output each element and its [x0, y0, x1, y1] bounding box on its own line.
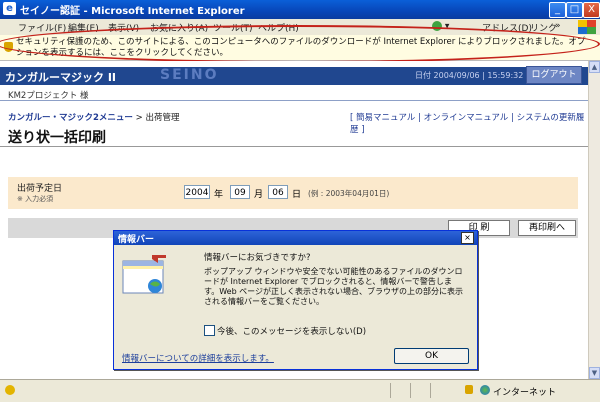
month-input[interactable]: 09 — [230, 185, 250, 199]
header-datetime: 日付 2004/09/06 | 15:59:32 — [415, 71, 524, 80]
breadcrumb-separator: > — [135, 113, 143, 123]
required-note: ※ 入力必須 — [17, 195, 54, 203]
ie-icon: e — [3, 2, 16, 15]
divider — [0, 100, 588, 101]
highlight-oval — [0, 25, 600, 63]
zone-label: インターネット — [493, 388, 557, 398]
status-divider — [430, 383, 431, 398]
dialog-title: 情報バー — [118, 235, 155, 245]
dialog-close-button[interactable]: × — [461, 232, 474, 244]
month-unit: 月 — [254, 190, 264, 200]
link-simple-manual[interactable]: 簡易マニュアル — [356, 113, 415, 123]
status-bar: インターネット — [0, 379, 600, 402]
site-header: カンガルーマジック II SEINO 日付 2004/09/06 | 15:59… — [0, 67, 588, 85]
status-divider — [390, 383, 391, 398]
dialog-title-bar: 情報バー × — [114, 231, 477, 245]
close-button[interactable]: X — [583, 2, 600, 18]
ok-button[interactable]: OK — [394, 348, 469, 364]
dont-show-checkbox[interactable] — [204, 325, 215, 336]
scroll-down-icon[interactable]: ▼ — [589, 367, 600, 379]
breadcrumb-current: 出荷管理 — [145, 113, 180, 123]
breadcrumb-menu-link[interactable]: カンガルー・マジック2メニュー — [8, 113, 133, 123]
breadcrumb: カンガルー・マジック2メニュー > 出荷管理 — [8, 111, 179, 123]
minimize-button[interactable]: _ — [549, 2, 566, 18]
site-brand: カンガルーマジック II — [5, 71, 117, 84]
dont-show-label[interactable]: 今後、このメッセージを表示しない(D) — [217, 325, 366, 337]
top-links: [ 簡易マニュアル | オンラインマニュアル | システムの更新履歴 ] — [350, 113, 585, 135]
infobar-dialog: 情報バー × 情報バーにお気づきですか? ポップアップ ウィンドウや安全でない可… — [113, 230, 478, 370]
infobar-illustration-icon — [122, 255, 166, 294]
page-title: 送り状一括印刷 — [8, 130, 106, 146]
title-bar: e セイノー認証 - Microsoft Internet Explorer _… — [0, 0, 600, 19]
status-divider — [410, 383, 411, 398]
day-unit: 日 — [292, 190, 302, 200]
maximize-button[interactable]: □ — [566, 2, 583, 18]
links-chevron-icon[interactable]: » — [555, 21, 561, 31]
link-online-manual[interactable]: オンラインマニュアル — [424, 113, 509, 123]
page-status-icon — [5, 385, 15, 395]
lock-icon — [465, 385, 473, 394]
day-input[interactable]: 06 — [268, 185, 288, 199]
globe-icon — [480, 385, 490, 395]
window-title: セイノー認証 - Microsoft Internet Explorer — [20, 6, 245, 17]
logout-button[interactable]: ログアウト — [526, 66, 582, 84]
scroll-up-icon[interactable]: ▲ — [589, 61, 600, 73]
ship-date-form: 出荷予定日 ※ 入力必須 2004 年 09 月 06 日 (例 : 2003年… — [8, 177, 578, 209]
infobar-more-link[interactable]: 情報バーについての詳細を表示します。 — [122, 352, 274, 364]
vertical-scrollbar[interactable]: ▲ ▼ — [588, 61, 600, 379]
ship-date-label: 出荷予定日 — [17, 184, 63, 194]
dialog-body: ポップアップ ウィンドウや安全でない可能性のあるファイルのダウンロードが Int… — [204, 267, 464, 306]
dialog-question: 情報バーにお気づきですか? — [204, 253, 311, 263]
seino-watermark: SEINO — [160, 67, 219, 83]
year-input[interactable]: 2004 — [184, 185, 210, 199]
date-example: (例 : 2003年04月01日) — [308, 189, 390, 198]
reprint-button[interactable]: 再印刷へ — [518, 220, 576, 236]
divider — [0, 146, 588, 147]
windows-logo-icon — [578, 20, 596, 34]
year-unit: 年 — [214, 190, 224, 200]
